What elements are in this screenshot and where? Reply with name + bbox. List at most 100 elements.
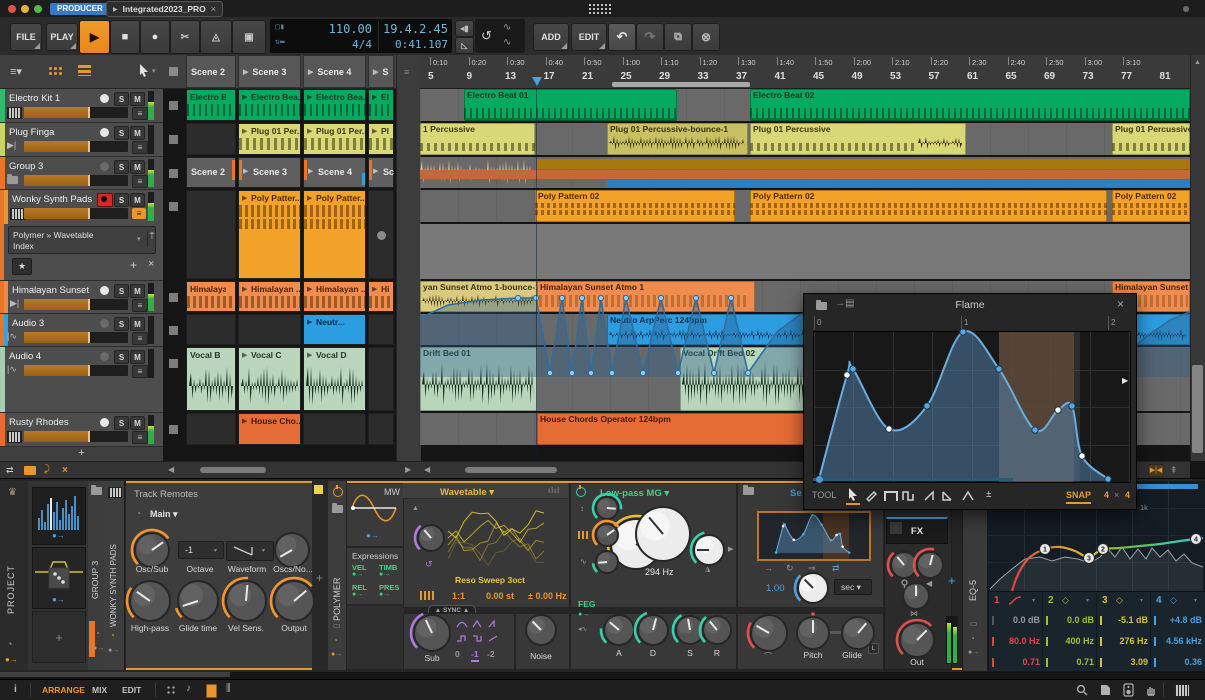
fill-mode-icon[interactable]: ∿ [503,23,511,33]
punch-out-button[interactable]: ◺ [455,37,474,54]
position-beats[interactable]: 19.4.2.45 [380,23,448,35]
traffic-zoom-button[interactable] [34,5,42,13]
hand-tool-icon[interactable] [1145,684,1157,696]
tempo-value[interactable]: 110.00 [302,23,372,35]
device-knob-label: Out [910,657,924,667]
flame-snap-y[interactable]: 4 [1125,491,1130,500]
eq-band-gain-value[interactable]: 0.0 dB [1048,615,1094,625]
edit-button[interactable]: EDIT [571,23,607,51]
flame-curve [815,328,1112,483]
eq-band-q-value[interactable]: 3.09 [1102,657,1148,667]
eq-band-gain-value[interactable]: 0.0 dB [994,615,1040,625]
project-tab[interactable]: ▶ Integrated2023_PRO × [106,1,224,17]
device-knob-label: Oscs/No... [273,564,313,574]
traffic-minimize-button[interactable] [21,5,29,13]
stop-button[interactable]: ■ [110,20,140,54]
flame-curve-area[interactable]: 0 1 2 ▶ [804,316,1136,483]
view-tab-mix[interactable]: MIX [92,686,107,695]
metronome-button[interactable]: ◬ [200,20,232,54]
flame-square-tool-icon[interactable] [884,491,898,501]
eq-band-gain-value[interactable]: -5.1 dB [1102,615,1148,625]
eq-band-freq-value[interactable]: 276 Hz [1102,636,1148,646]
device-panel-toggle-icon[interactable] [206,684,217,698]
note-io-icon[interactable]: ♪ [186,684,191,694]
eq-band-bell-icon[interactable]: ◇ [1116,595,1123,606]
zoom-fit-icon[interactable]: ▶|◀ [1148,464,1164,477]
eq-band-gain-value[interactable]: +4.8 dB [1156,615,1202,625]
flame-ruler-label: 2 [1111,318,1116,327]
eq-band-number[interactable]: 2 [1048,595,1054,606]
eq-band-freq-value[interactable]: 400 Hz [1048,636,1094,646]
play-menu-button[interactable]: PLAY [46,23,78,51]
speaker-icon[interactable] [1123,683,1134,697]
time-signature[interactable]: 4/4 [302,39,372,50]
statusbar-divider [30,683,31,697]
tab-close-icon[interactable]: × [211,4,216,14]
eq-band-dropdown[interactable]: ▾ [1032,597,1035,604]
eq-band-bell-icon[interactable]: ◇ [1170,595,1177,606]
eq-band-number[interactable]: 3 [1102,595,1108,606]
eq-band-bell-icon[interactable]: ◇ [1062,595,1069,606]
vscroll-up-icon[interactable]: ▲ [1194,59,1201,66]
flame-tool-buttons[interactable]: ± [844,483,1024,509]
zoom-grid-icon[interactable]: ⇞ [1170,465,1178,476]
undo-button[interactable]: ↶ [608,23,636,51]
tab-play-icon: ▶ [113,6,118,13]
eq-band-freq-value[interactable]: 80.0 Hz [994,636,1040,646]
eq-band-dropdown[interactable]: ▾ [1194,597,1197,604]
tab-title: Integrated2023_PRO [122,4,206,14]
producer-badge: PRODUCER [50,3,110,15]
eq-band-freq-value[interactable]: 4.56 kHz [1156,636,1202,646]
device-hscroll-thumb[interactable] [0,672,230,677]
playhead-line [536,88,537,461]
flame-plusminus-icon[interactable]: ± [986,489,992,500]
display-profile-button[interactable]: ▣ [232,20,266,54]
mixer-panel-toggle-icon[interactable]: ⫼ [226,684,232,694]
vscroll-thumb[interactable] [1192,365,1203,453]
flame-ramp-down-tool-icon [942,491,952,501]
eq-band-number[interactable]: 1 [994,595,1000,606]
titlebar: PRODUCER ▶ Integrated2023_PRO × [0,0,1205,18]
flame-snap-label[interactable]: SNAP [1066,491,1092,504]
add-button[interactable]: ADD [533,23,569,51]
record-button[interactable]: ● [140,20,170,54]
eq-band-q-value[interactable]: 0.71 [994,657,1040,667]
redo-button[interactable]: ↷ [636,23,664,51]
automation-follow-icon[interactable] [166,685,176,695]
copy-button[interactable]: ⧉ [664,23,692,51]
view-tab-edit[interactable]: EDIT [122,686,141,695]
info-icon[interactable]: i [14,685,17,695]
file-button[interactable]: FILE [10,23,42,51]
groove-button[interactable]: ✂ [170,20,200,54]
statusbar: i ARRANGE MIX EDIT ♪ ⫼ [0,679,1205,700]
punch-in-button[interactable]: ◂▮ [455,20,474,37]
eq-band-dropdown[interactable]: ▾ [1086,597,1089,604]
play-button[interactable]: ▶ [79,20,110,54]
flame-zoom-dot[interactable] [816,476,823,483]
arranger-scrollbar[interactable] [465,467,557,473]
position-time[interactable]: 0:41.107 [380,39,448,50]
flame-tool-label: TOOL [812,490,837,500]
search-icon[interactable] [1076,684,1088,696]
cpu-meter-icon: ▢▮ [275,22,285,31]
loop-toggle-icon[interactable]: ↺ [481,29,492,42]
device-knob-label: Output [281,623,307,633]
shuffle-mode-icon[interactable]: ∿ [503,38,511,48]
flame-snap-x[interactable]: 4 [1104,491,1109,500]
flame-triangle-tool-icon [962,490,974,501]
traffic-close-button[interactable] [8,5,16,13]
flame-zoom-strip[interactable] [813,478,1013,481]
display-divider [378,21,379,51]
piano-panel-icon[interactable] [1174,684,1190,697]
file-browser-icon[interactable] [1100,684,1111,696]
eq-band-q-value[interactable]: 0.71 [1048,657,1094,667]
flame-close-icon[interactable]: × [1117,298,1124,310]
arranger-scroll-left[interactable]: ◀ [424,465,430,474]
io-meter-icon: ⇅▬ [275,37,285,46]
eq-band-q-value[interactable]: 0.36 [1156,657,1202,667]
view-tab-arrange[interactable]: ARRANGE [42,686,85,695]
delete-button[interactable]: ⊗ [692,23,720,51]
eq-band-dropdown[interactable]: ▾ [1140,597,1143,604]
flame-play-marker: ▶ [1122,376,1129,385]
eq-band-number[interactable]: 4 [1156,595,1162,606]
